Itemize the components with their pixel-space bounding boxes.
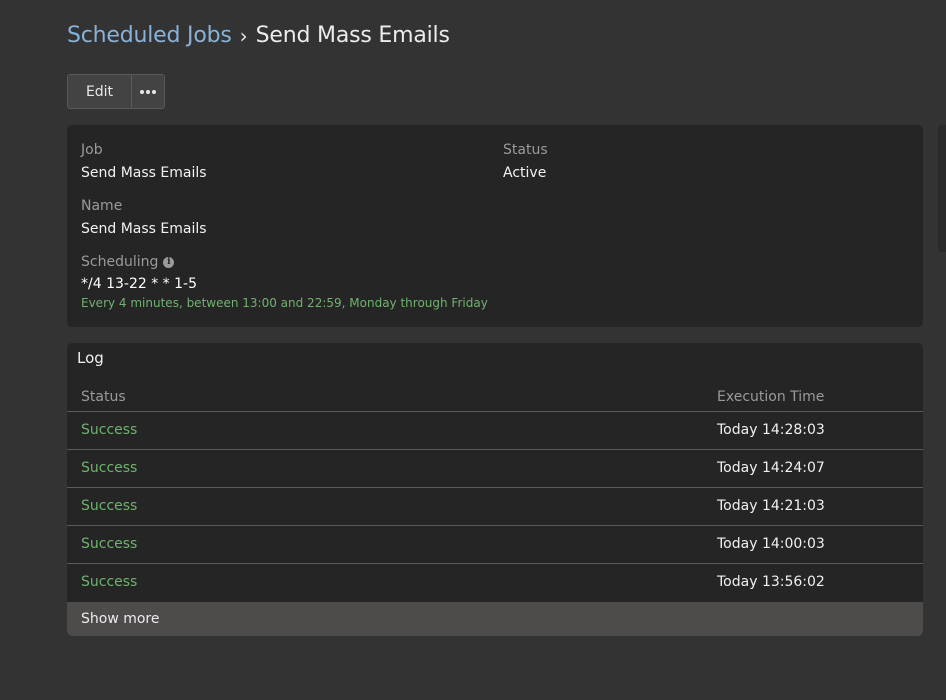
action-toolbar: Edit xyxy=(67,74,165,109)
name-field: Name Send Mass Emails xyxy=(81,197,207,238)
row-status: Success xyxy=(81,536,138,552)
row-status: Success xyxy=(81,460,138,476)
log-table-header: Status Execution Time xyxy=(67,383,923,412)
breadcrumb: Scheduled Jobs › Send Mass Emails xyxy=(67,22,450,50)
page: Scheduled Jobs › Send Mass Emails Edit J… xyxy=(0,0,946,700)
column-header-status: Status xyxy=(81,389,126,405)
name-label: Name xyxy=(81,198,123,214)
table-row: Success Today 14:00:03 xyxy=(67,526,923,564)
info-icon[interactable]: i xyxy=(163,256,175,268)
table-row: Success Today 13:56:02 xyxy=(67,564,923,602)
more-horizontal-icon xyxy=(140,89,156,94)
row-execution-time: Today 14:24:07 xyxy=(717,460,825,476)
table-row: Success Today 14:21:03 xyxy=(67,488,923,526)
more-actions-button[interactable] xyxy=(132,75,164,108)
edit-button[interactable]: Edit xyxy=(68,75,132,108)
show-more-button[interactable]: Show more xyxy=(67,602,923,636)
row-status: Success xyxy=(81,422,138,438)
row-execution-time: Today 14:28:03 xyxy=(717,422,825,438)
row-execution-time: Today 14:00:03 xyxy=(717,536,825,552)
row-execution-time: Today 14:21:03 xyxy=(717,498,825,514)
scheduling-label: Scheduling xyxy=(81,254,159,270)
job-field: Job Send Mass Emails xyxy=(81,141,207,182)
side-panel-edge xyxy=(938,125,946,252)
table-row: Success Today 14:24:07 xyxy=(67,450,923,488)
breadcrumb-separator: › xyxy=(239,24,248,48)
job-value: Send Mass Emails xyxy=(81,165,207,181)
status-label: Status xyxy=(503,142,548,158)
status-field: Status Active xyxy=(503,141,548,182)
table-row: Success Today 14:28:03 xyxy=(67,412,923,450)
status-value: Active xyxy=(503,165,547,181)
page-title: Send Mass Emails xyxy=(255,23,450,48)
job-label: Job xyxy=(81,142,103,158)
breadcrumb-scheduled-jobs-link[interactable]: Scheduled Jobs xyxy=(67,22,232,50)
cron-description: Every 4 minutes, between 13:00 and 22:59… xyxy=(81,296,488,310)
log-title: Log xyxy=(77,349,104,367)
log-table-body: Success Today 14:28:03 Success Today 14:… xyxy=(67,412,923,602)
cron-expression: */4 13-22 * * 1-5 xyxy=(81,276,197,292)
row-execution-time: Today 13:56:02 xyxy=(717,574,825,590)
job-details-panel: Job Send Mass Emails Status Active Name … xyxy=(67,125,923,327)
log-panel: Log Status Execution Time Success Today … xyxy=(67,343,923,636)
scheduling-field: Scheduling i */4 13-22 * * 1-5 Every 4 m… xyxy=(81,253,488,311)
scheduling-label-row: Scheduling i xyxy=(81,253,488,271)
name-value: Send Mass Emails xyxy=(81,221,207,237)
row-status: Success xyxy=(81,574,138,590)
column-header-execution-time: Execution Time xyxy=(717,389,825,405)
row-status: Success xyxy=(81,498,138,514)
